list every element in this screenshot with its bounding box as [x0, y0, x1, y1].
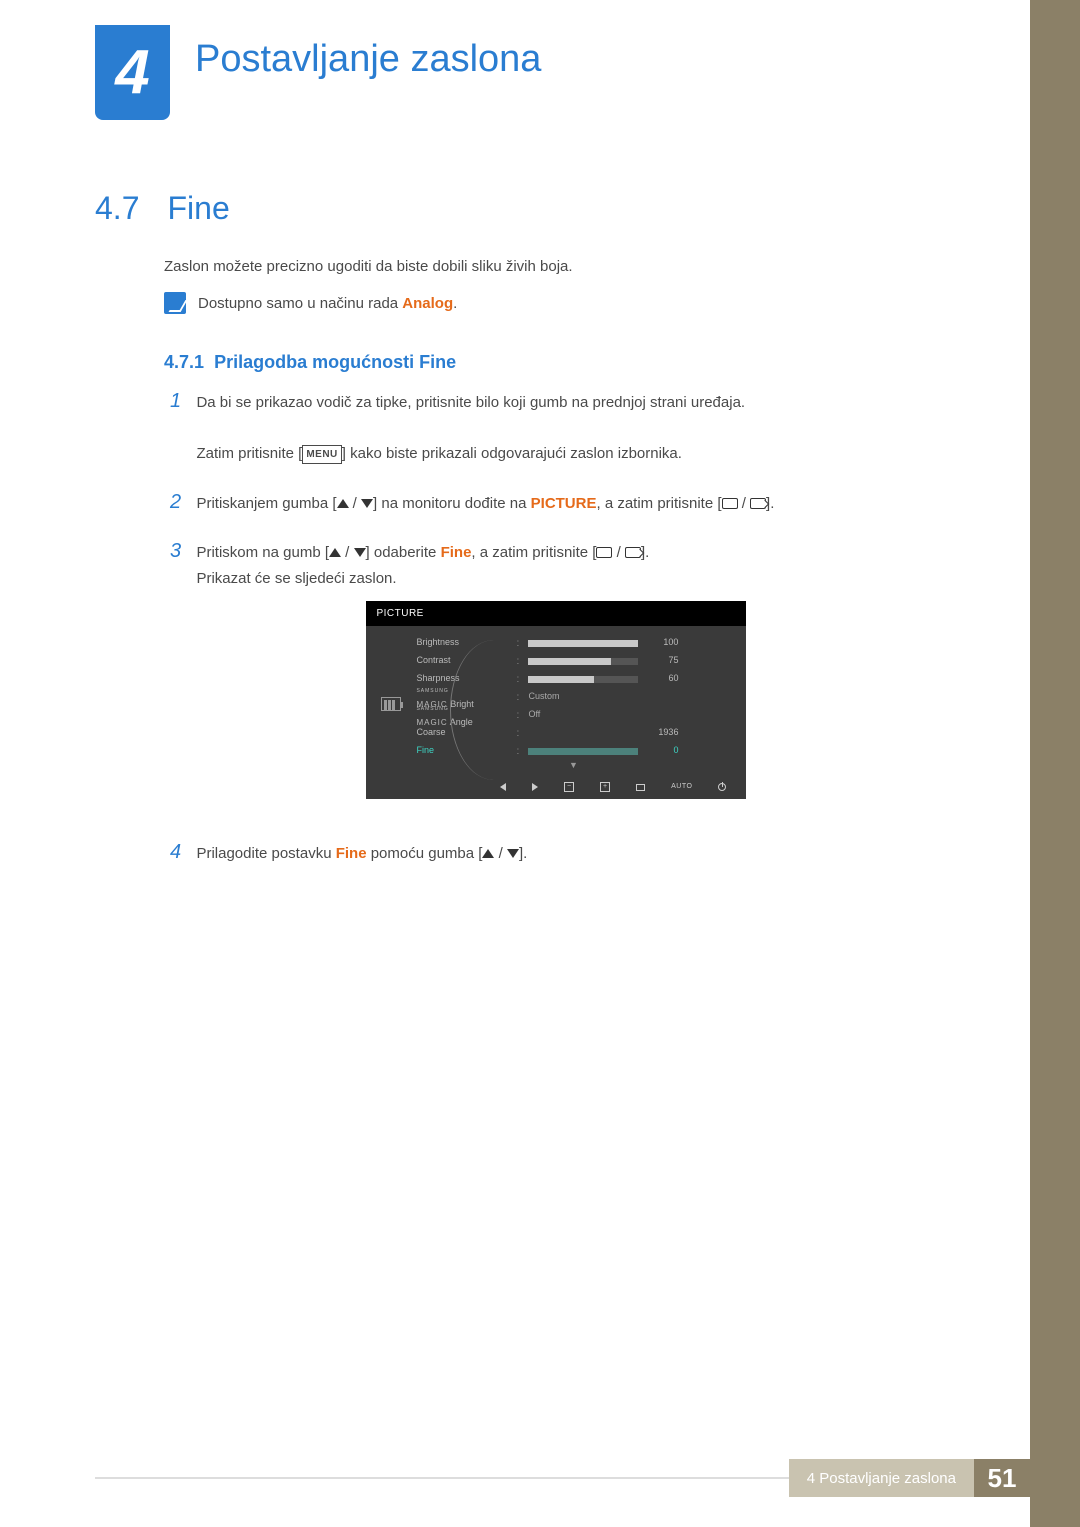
chapter-title: Postavljanje zaslona — [195, 38, 541, 81]
step-body: Da bi se prikazao vodič za tipke, pritis… — [196, 390, 956, 467]
t: ] odaberite — [366, 544, 441, 561]
t: , a zatim pritisnite [ — [471, 544, 596, 561]
osd-title: PICTURE — [366, 601, 746, 626]
bar-fill — [528, 658, 611, 665]
enter-icon — [596, 547, 612, 558]
power-icon — [718, 783, 726, 791]
v: Custom — [528, 689, 559, 704]
step-number: 2 — [170, 491, 192, 514]
t: , a zatim pritisnite [ — [596, 495, 721, 512]
v: 0 — [638, 743, 678, 758]
fine-highlight: Fine — [336, 845, 367, 862]
menu-key-icon: MENU — [302, 445, 341, 464]
up-arrow-icon — [337, 499, 349, 508]
step1-line2a: Zatim pritisnite [ — [196, 445, 302, 462]
auto-label: AUTO — [671, 781, 692, 793]
step-1: 1 Da bi se prikazao vodič za tipke, prit… — [170, 390, 980, 467]
footer-chapter-label: 4 Postavljanje zaslona — [789, 1459, 974, 1497]
right-vertical-bar — [1030, 0, 1080, 1527]
nav-right-icon — [532, 783, 538, 791]
up-arrow-icon — [329, 548, 341, 557]
up-arrow-icon — [482, 849, 494, 858]
section-number: 4.7 — [95, 190, 139, 227]
v: Off — [528, 707, 540, 722]
subsection-number: 4.7.1 — [164, 352, 204, 372]
subsection-heading: 4.7.1 Prilagodba mogućnosti Fine — [164, 352, 456, 373]
t: Prilagodite postavku — [196, 845, 335, 862]
t: Pritiskanjem gumba [ — [196, 495, 336, 512]
chapter-badge: 4 — [95, 25, 170, 120]
down-arrow-icon — [507, 849, 519, 858]
note-row: Dostupno samo u načinu rada Analog. — [164, 292, 457, 314]
step1-line2b: ] kako biste prikazali odgovarajući zasl… — [342, 445, 682, 462]
footer-rule — [95, 1477, 789, 1497]
v: 60 — [638, 671, 678, 686]
osd-left-icons — [376, 634, 406, 773]
v: 100 — [638, 635, 678, 650]
down-arrow-icon — [354, 548, 366, 557]
step-body: Pritiskanjem gumba [ / ] na monitoru dođ… — [196, 491, 956, 517]
step-number: 3 — [170, 540, 192, 563]
picture-highlight: PICTURE — [531, 495, 597, 512]
osd-screenshot: PICTURE Brightness: 100 Contrast: — [366, 601, 746, 799]
t: ] na monitoru dođite na — [373, 495, 531, 512]
step-3: 3 Pritiskom na gumb [ / ] odaberite Fine… — [170, 540, 980, 817]
t: Pritiskom na gumb [ — [196, 544, 329, 561]
steps-list: 1 Da bi se prikazao vodič za tipke, prit… — [170, 390, 980, 891]
section-heading: 4.7 Fine — [95, 190, 230, 227]
note-suffix: . — [453, 295, 457, 312]
chapter-number: 4 — [115, 37, 149, 108]
note-prefix: Dostupno samo u načinu rada — [198, 295, 402, 312]
note-icon — [164, 292, 186, 314]
step-number: 4 — [170, 841, 192, 864]
footer-page-number: 51 — [974, 1459, 1030, 1497]
intro-text: Zaslon možete precizno ugoditi da biste … — [164, 258, 573, 275]
step3-followup: Prikazat će se sljedeći zaslon. — [196, 570, 396, 587]
source-icon — [625, 547, 641, 558]
osd-row-brightness: Brightness: 100 — [416, 634, 730, 652]
note-mode: Analog — [402, 295, 453, 312]
step-number: 1 — [170, 390, 192, 413]
step1-line1: Da bi se prikazao vodič za tipke, pritis… — [196, 394, 745, 411]
page-footer: 4 Postavljanje zaslona 51 — [95, 1459, 1030, 1497]
t: ]. — [519, 845, 527, 862]
t: pomoću gumba [ — [367, 845, 483, 862]
bar-fill — [528, 748, 638, 755]
enter-icon — [722, 498, 738, 509]
minus-icon: − — [564, 782, 574, 792]
nav-left-icon — [500, 783, 506, 791]
step-body: Pritiskom na gumb [ / ] odaberite Fine, … — [196, 540, 956, 817]
l: Brightness — [416, 635, 516, 650]
battery-icon — [381, 697, 401, 711]
bar-fill — [528, 640, 638, 647]
note-text: Dostupno samo u načinu rada Analog. — [198, 295, 457, 312]
down-arrow-icon — [361, 499, 373, 508]
section-title: Fine — [167, 190, 229, 227]
fine-highlight: Fine — [441, 544, 472, 561]
v: 75 — [638, 653, 678, 668]
step-body: Prilagodite postavku Fine pomoću gumba [… — [196, 841, 956, 867]
v: 1936 — [638, 725, 678, 740]
osd-footer: − + AUTO — [366, 777, 746, 793]
enter-icon — [636, 784, 645, 791]
subsection-title: Prilagodba mogućnosti Fine — [214, 352, 456, 372]
plus-icon: + — [600, 782, 610, 792]
bar-fill — [528, 676, 594, 683]
step-4: 4 Prilagodite postavku Fine pomoću gumba… — [170, 841, 980, 867]
step-2: 2 Pritiskanjem gumba [ / ] na monitoru d… — [170, 491, 980, 517]
source-icon — [750, 498, 766, 509]
